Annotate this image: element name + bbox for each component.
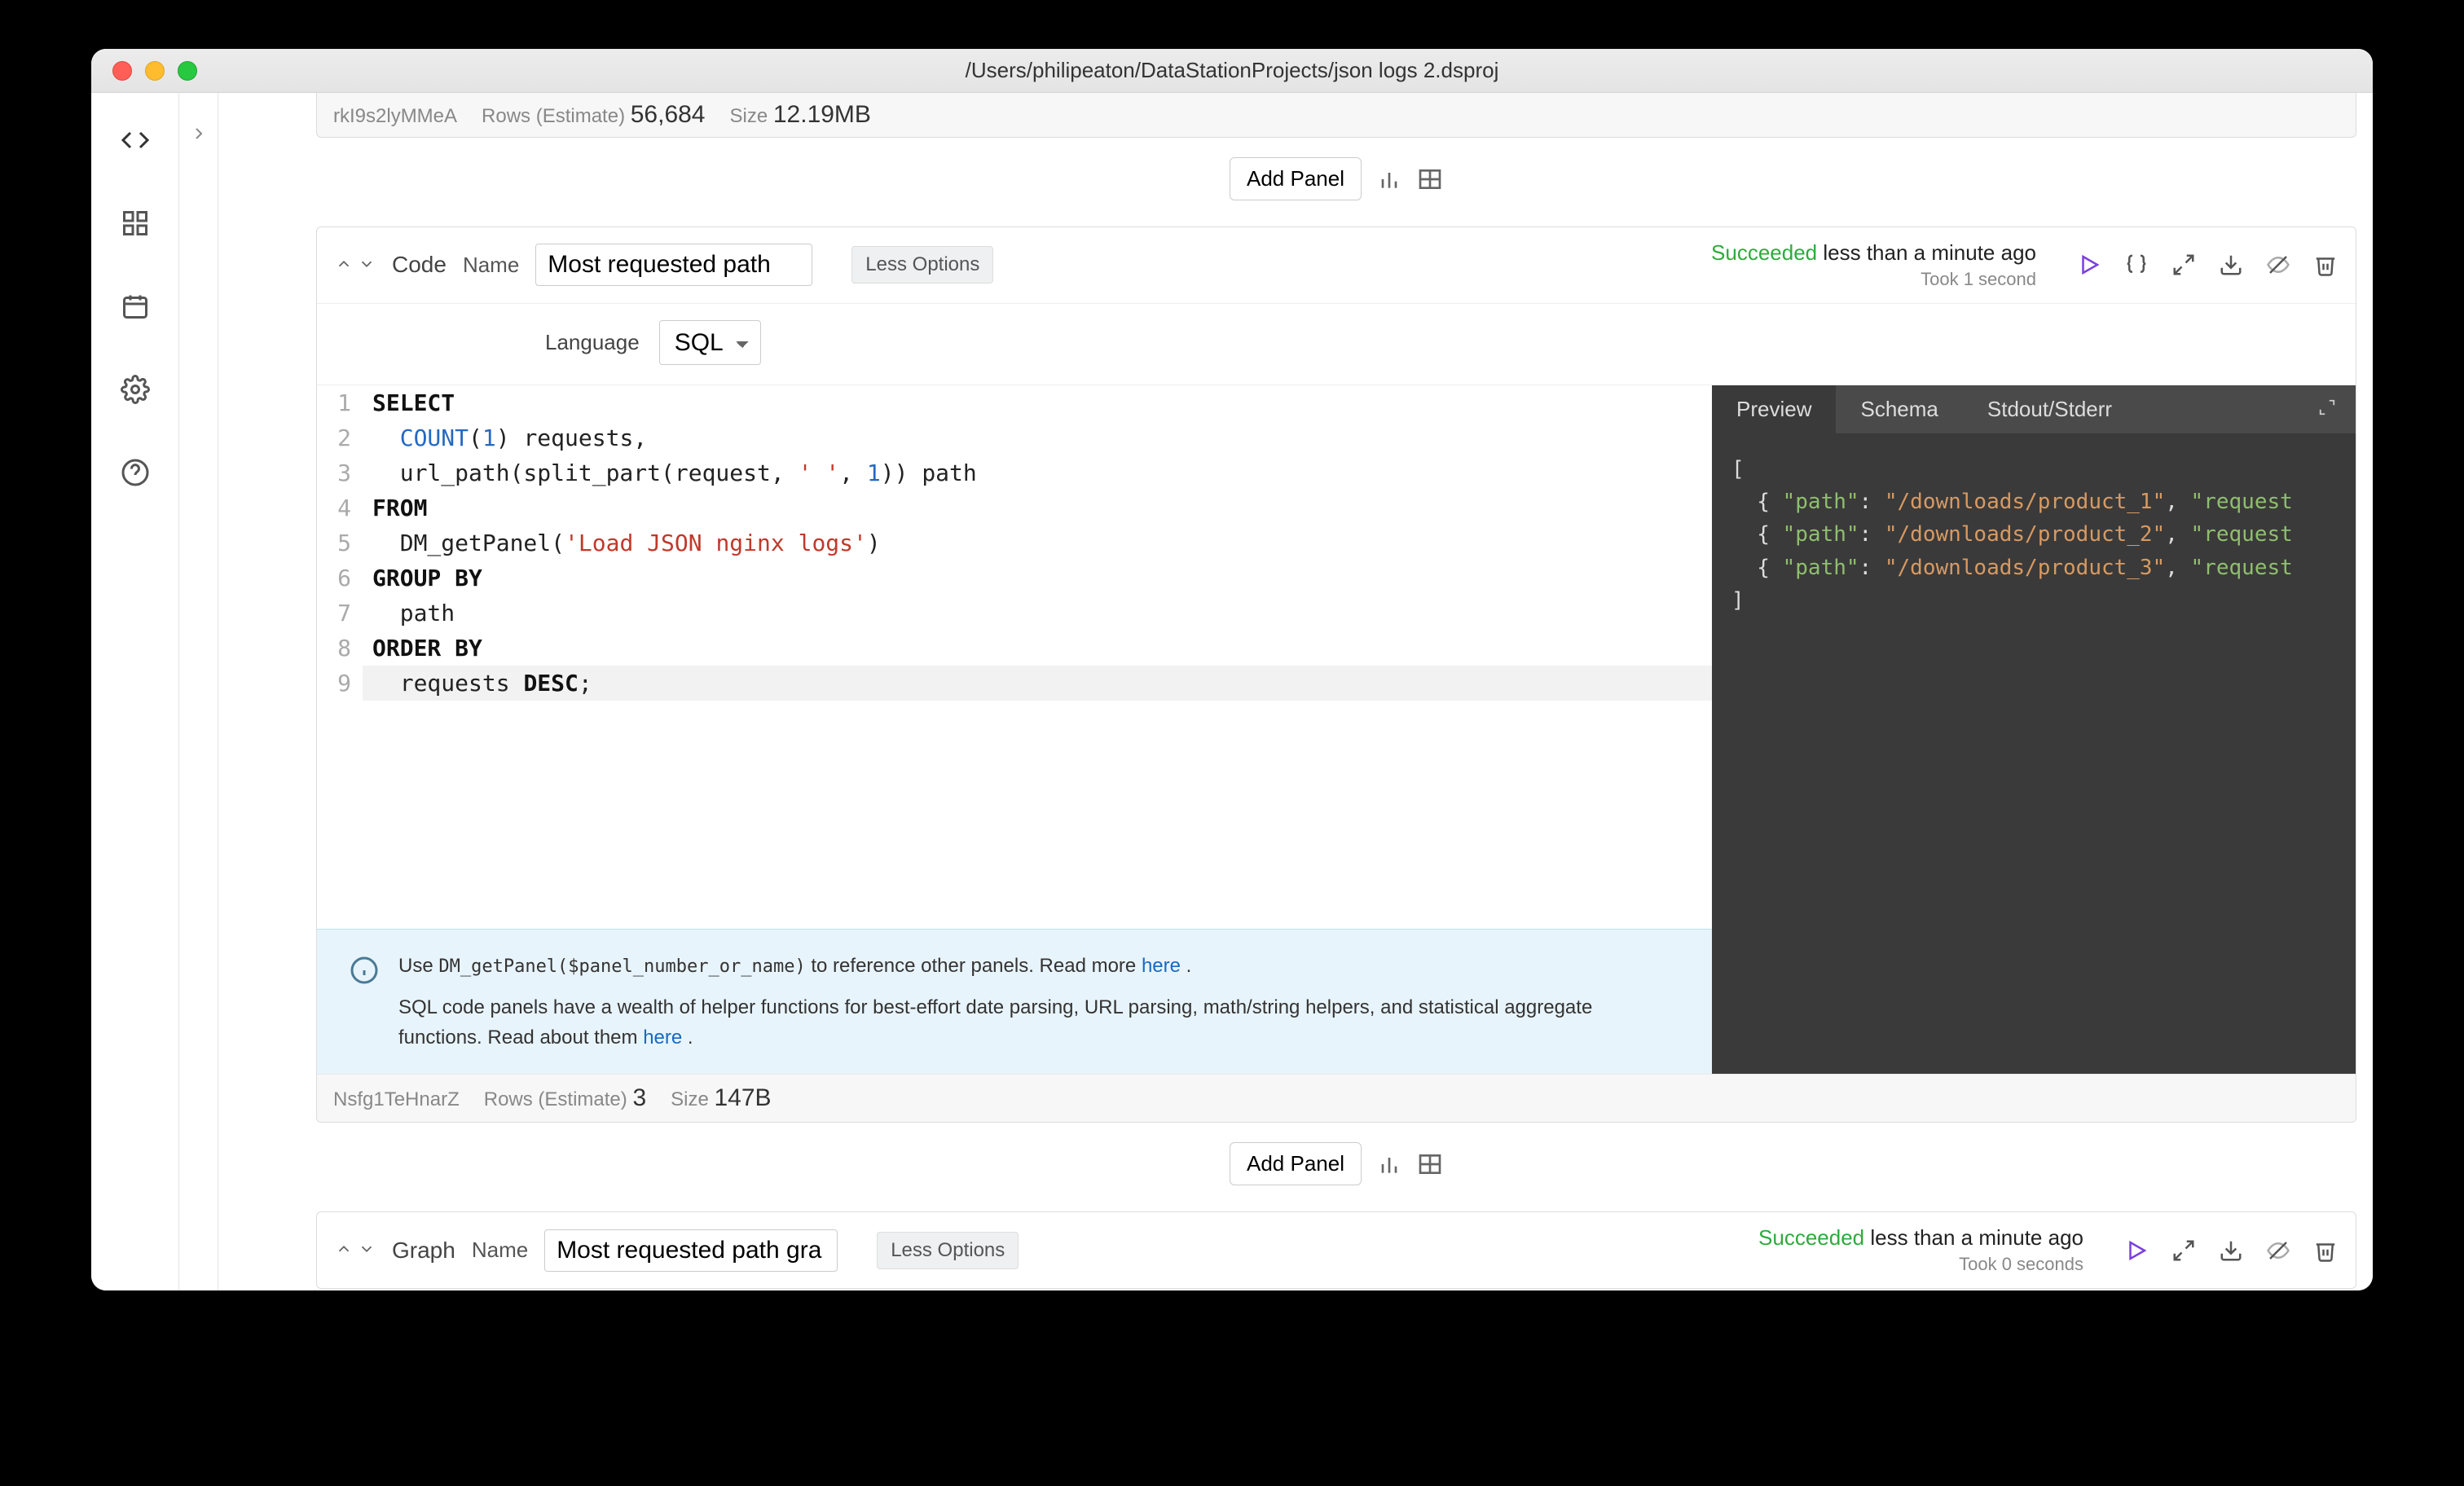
- add-panel-button[interactable]: Add Panel: [1230, 157, 1362, 200]
- download-icon[interactable]: [2219, 253, 2243, 277]
- help-nav-icon[interactable]: [119, 456, 152, 489]
- info-box: Use DM_getPanel($panel_number_or_name) t…: [317, 929, 1712, 1075]
- calendar-nav-icon[interactable]: [119, 290, 152, 323]
- add-chart-icon[interactable]: [1376, 1151, 1402, 1177]
- sidebar: [91, 93, 179, 1290]
- titlebar: /Users/philipeaton/DataStationProjects/j…: [91, 49, 2373, 93]
- info-link-1[interactable]: here: [1142, 955, 1181, 977]
- panel-header: Code Name Less Options Succeeded less th…: [317, 227, 2356, 304]
- hide-icon[interactable]: [2266, 253, 2290, 277]
- window-title: /Users/philipeaton/DataStationProjects/j…: [91, 58, 2373, 83]
- add-table-icon[interactable]: [1417, 166, 1443, 192]
- add-panel-bar-2: Add Panel: [316, 1123, 2356, 1211]
- run-panel-icon[interactable]: [2124, 1238, 2149, 1263]
- info-icon: [350, 956, 379, 985]
- add-table-icon[interactable]: [1417, 1151, 1443, 1177]
- download-icon[interactable]: [2219, 1238, 2243, 1263]
- tab-preview[interactable]: Preview: [1712, 385, 1836, 433]
- tab-stdout[interactable]: Stdout/Stderr: [1963, 385, 2136, 433]
- panel-footer: Nsfg1TeHnarZ Rows (Estimate) 3 Size 147B: [317, 1074, 2356, 1122]
- move-panel-up-icon[interactable]: [335, 1240, 353, 1260]
- panel-header: Graph Name Less Options Succeeded less t…: [317, 1212, 2356, 1288]
- graph-panel: Graph Name Less Options Succeeded less t…: [316, 1211, 2356, 1289]
- dashboard-nav-icon[interactable]: [119, 207, 152, 240]
- code-editor[interactable]: 1SELECT 2 COUNT(1) requests, 3 url_path(…: [317, 385, 1712, 1075]
- tab-schema[interactable]: Schema: [1836, 385, 1962, 433]
- settings-nav-icon[interactable]: [119, 373, 152, 406]
- less-options-button[interactable]: Less Options: [851, 246, 993, 284]
- panel-name-input[interactable]: [535, 244, 812, 286]
- code-panel: Code Name Less Options Succeeded less th…: [316, 226, 2356, 1123]
- move-panel-down-icon[interactable]: [358, 1240, 376, 1260]
- panel-name-input[interactable]: [544, 1229, 838, 1272]
- info-link-2[interactable]: here: [643, 1027, 682, 1049]
- add-panel-bar: Add Panel: [316, 138, 2356, 226]
- panel-name-label: Name: [463, 253, 519, 278]
- main-content: rkI9s2lyMMeA Rows (Estimate) 56,684 Size…: [218, 93, 2373, 1290]
- code-nav-icon[interactable]: [119, 124, 152, 156]
- move-panel-up-icon[interactable]: [335, 255, 353, 275]
- delete-icon[interactable]: [2313, 1238, 2338, 1263]
- preview-pane: Preview Schema Stdout/Stderr [ { "path":…: [1712, 385, 2356, 1075]
- delete-icon[interactable]: [2313, 253, 2338, 277]
- panel-type-label: Graph: [392, 1238, 455, 1264]
- less-options-button[interactable]: Less Options: [877, 1232, 1019, 1269]
- preview-expand-icon[interactable]: [2299, 385, 2356, 433]
- panel-subheader: Language SQL: [317, 304, 2356, 385]
- expand-icon[interactable]: [2171, 253, 2196, 277]
- sidebar-toggle[interactable]: [179, 93, 218, 1290]
- panel-id: rkI9s2lyMMeA: [333, 105, 457, 128]
- panel-status: Succeeded less than a minute ago Took 0 …: [1758, 1224, 2083, 1277]
- previous-panel-footer: rkI9s2lyMMeA Rows (Estimate) 56,684 Size…: [316, 93, 2356, 138]
- panel-type-label: Code: [392, 252, 447, 278]
- add-panel-button[interactable]: Add Panel: [1230, 1142, 1362, 1185]
- hide-icon[interactable]: [2266, 1238, 2290, 1263]
- language-select[interactable]: SQL: [659, 320, 761, 365]
- braces-icon[interactable]: [2124, 253, 2149, 277]
- move-panel-down-icon[interactable]: [358, 255, 376, 275]
- expand-icon[interactable]: [2171, 1238, 2196, 1263]
- preview-tabs: Preview Schema Stdout/Stderr: [1712, 385, 2356, 433]
- app-window: /Users/philipeaton/DataStationProjects/j…: [91, 49, 2373, 1290]
- panel-status: Succeeded less than a minute ago Took 1 …: [1711, 239, 2036, 292]
- panel-id: Nsfg1TeHnarZ: [333, 1088, 460, 1111]
- panel-name-label: Name: [472, 1238, 528, 1263]
- language-label: Language: [545, 330, 640, 355]
- preview-body: [ { "path": "/downloads/product_1", "req…: [1712, 433, 2356, 1075]
- run-panel-icon[interactable]: [2077, 253, 2101, 277]
- add-chart-icon[interactable]: [1376, 166, 1402, 192]
